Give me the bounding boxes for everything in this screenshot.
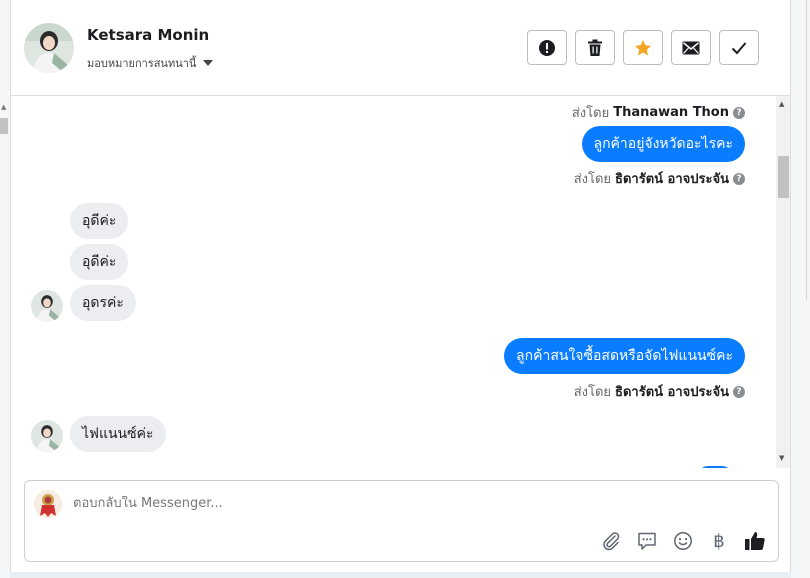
delete-button[interactable]: [575, 30, 615, 65]
mark-unread-button[interactable]: [671, 30, 711, 65]
conversation-header: Ketsara Monin มอบหมายการสนทนานี้: [11, 0, 790, 96]
like-icon: [745, 532, 765, 550]
attach-icon: [603, 532, 620, 551]
saved-reply-icon: [638, 532, 656, 550]
conversation-actions: [527, 30, 759, 65]
reply-input[interactable]: [73, 496, 573, 511]
like-button[interactable]: [743, 529, 767, 553]
saved-replies-button[interactable]: [635, 529, 659, 553]
report-button[interactable]: [527, 30, 567, 65]
incoming-message[interactable]: อุดีค่ะ: [70, 203, 129, 239]
scroll-thumb[interactable]: [778, 156, 789, 198]
sent-by-prefix: ส่งโดย: [573, 385, 612, 400]
contact-avatar[interactable]: [24, 23, 74, 73]
sent-by-prefix: ส่งโดย: [573, 172, 612, 187]
attach-button[interactable]: [599, 529, 623, 553]
sent-by-label: ส่งโดย ธิดารัตน์ อาจประจัน ?: [574, 168, 745, 189]
contact-name[interactable]: Ketsara Monin: [87, 26, 209, 44]
star-button[interactable]: [623, 30, 663, 65]
baht-icon: ฿: [713, 530, 725, 552]
conversation-panel: Ketsara Monin มอบหมายการสนทนานี้ ส่งโดย …: [10, 0, 791, 572]
incoming-message[interactable]: ไฟแนนซ์ค่ะ: [70, 416, 166, 452]
outgoing-message[interactable]: ลูกค้าอยู่จังหวัดอะไรคะ: [581, 126, 745, 162]
agent-name: Thanawan Thon: [613, 105, 729, 120]
sent-by-label: ส่งโดย ธิดารัตน์ อาจประจัน ?: [574, 381, 745, 402]
message-thread: ส่งโดย Thanawan Thon ? ลูกค้าอยู่จังหวัด…: [11, 96, 776, 468]
outgoing-message[interactable]: ลูกค้าสนใจซื้อสดหรือจัดไฟแนนซ์คะ: [504, 338, 745, 374]
assign-conversation-dropdown[interactable]: มอบหมายการสนทนานี้: [87, 54, 214, 72]
star-icon: [634, 39, 652, 55]
report-icon: [539, 39, 555, 56]
agent-name: ธิดารัตน์ อาจประจัน: [615, 172, 729, 187]
payment-button[interactable]: ฿: [707, 529, 731, 553]
mail-icon: [682, 41, 700, 54]
incoming-message[interactable]: อุดีค่ะ: [70, 244, 129, 280]
right-pane-edge: [791, 0, 810, 578]
agent-name: ธิดารัตน์ อาจประจัน: [615, 385, 729, 400]
scroll-down-arrow-icon[interactable]: ▼: [779, 454, 784, 462]
contact-avatar-small[interactable]: [31, 420, 63, 452]
composer-tools: ฿: [599, 529, 767, 553]
incoming-message[interactable]: อุดรค่ะ: [70, 285, 136, 321]
mark-done-button[interactable]: [719, 30, 759, 65]
contact-avatar-small[interactable]: [31, 290, 63, 322]
caret-down-icon: [203, 60, 214, 66]
emoji-button[interactable]: [671, 529, 695, 553]
page-avatar: [34, 490, 62, 518]
scroll-up-arrow-icon[interactable]: ▲: [1, 103, 6, 111]
sent-by-prefix: ส่งโดย: [571, 106, 610, 121]
emoji-icon: [674, 532, 692, 550]
left-scroll-thumb[interactable]: [0, 118, 8, 134]
help-icon[interactable]: ?: [733, 106, 745, 119]
help-icon[interactable]: ?: [733, 385, 745, 398]
thread-scrollbar[interactable]: ▲ ▼: [776, 96, 790, 468]
help-icon[interactable]: ?: [733, 172, 745, 185]
sent-by-label: ส่งโดย Thanawan Thon ?: [572, 102, 745, 123]
left-pane-edge: ▲: [0, 0, 10, 578]
reply-composer: ฿: [24, 480, 779, 562]
trash-icon: [588, 39, 602, 56]
scroll-up-arrow-icon[interactable]: ▲: [779, 100, 784, 108]
outgoing-message-partial: [698, 466, 732, 468]
assign-label: มอบหมายการสนทนานี้: [87, 57, 197, 70]
check-icon: [731, 41, 747, 54]
